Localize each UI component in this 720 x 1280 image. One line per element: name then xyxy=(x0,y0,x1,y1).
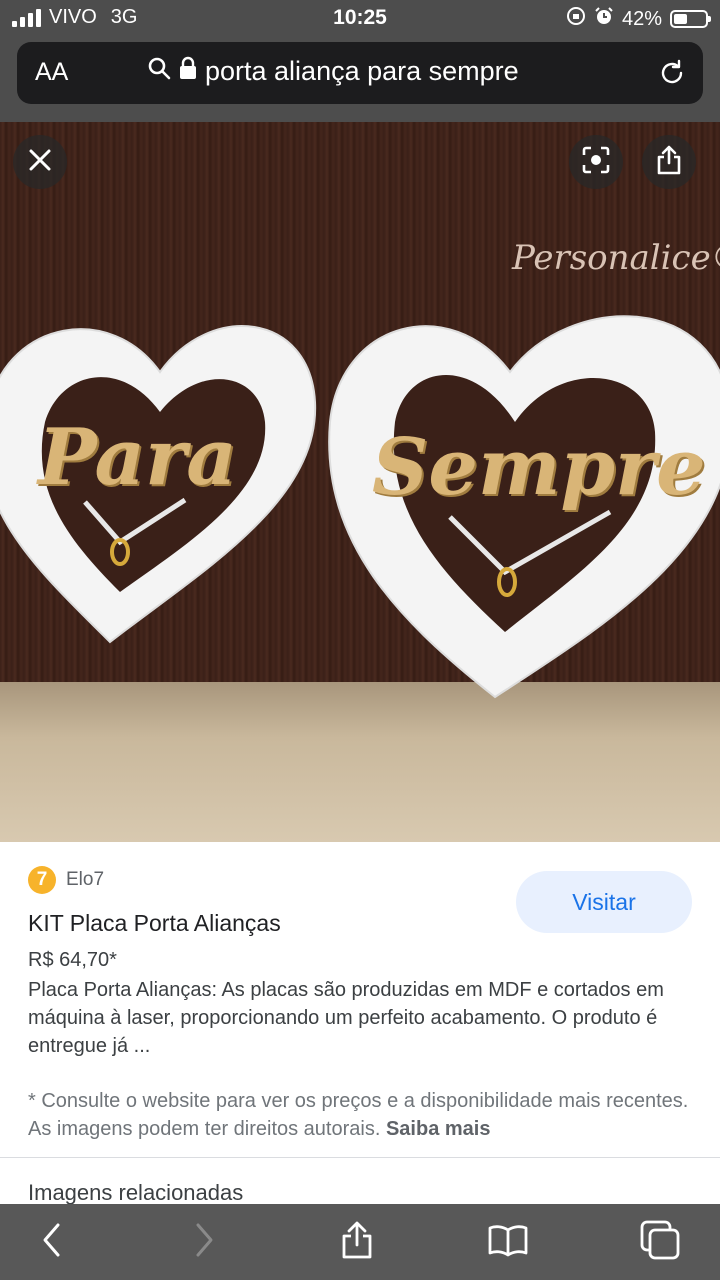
watermark: Personalice® xyxy=(512,238,720,278)
result-panel: 7 Elo7 Visitar KIT Placa Porta Alianças … xyxy=(0,842,720,1205)
lens-icon xyxy=(581,145,611,180)
disclaimer-text: * Consulte o website para ver os preços … xyxy=(28,1090,689,1140)
sempre-lettering: Sempre xyxy=(372,422,706,513)
related-images-heading: Imagens relacionadas xyxy=(28,1180,244,1205)
status-right: 42% xyxy=(566,6,711,32)
alarm-icon xyxy=(594,6,614,32)
battery-icon xyxy=(670,10,711,28)
result-title[interactable]: KIT Placa Porta Alianças xyxy=(28,910,281,937)
back-icon xyxy=(40,1222,64,1263)
elo7-logo: 7 xyxy=(28,866,56,894)
back-button[interactable] xyxy=(30,1220,74,1264)
result-price: R$ 64,70* xyxy=(28,949,117,971)
close-button[interactable] xyxy=(13,135,67,189)
url-field[interactable]: porta aliança para sempre xyxy=(147,56,519,87)
reload-icon[interactable] xyxy=(657,58,687,93)
source[interactable]: 7 Elo7 xyxy=(28,866,104,894)
divider xyxy=(0,1157,720,1158)
share-page-button[interactable] xyxy=(335,1220,379,1264)
lens-button[interactable] xyxy=(569,135,623,189)
bookmarks-button[interactable] xyxy=(486,1220,530,1264)
book-icon xyxy=(487,1223,529,1262)
result-description: Placa Porta Alianças: As placas são prod… xyxy=(28,979,664,1057)
url-query: porta aliança para sempre xyxy=(205,56,519,86)
share-icon xyxy=(656,145,682,180)
close-icon xyxy=(28,148,52,177)
learn-more-link[interactable]: Saiba mais xyxy=(386,1118,491,1140)
lock-icon xyxy=(179,56,197,87)
browser-toolbar xyxy=(0,1204,720,1280)
text-size-label: AA xyxy=(35,58,69,86)
search-icon xyxy=(147,56,171,87)
product-image[interactable]: Para Sempre Personalice® xyxy=(0,122,720,842)
forward-icon xyxy=(192,1222,216,1263)
para-lettering: Para xyxy=(38,412,237,503)
source-name: Elo7 xyxy=(66,869,105,890)
orientation-lock-icon xyxy=(566,6,586,32)
address-bar[interactable]: AA porta aliança para sempre xyxy=(17,42,703,104)
tabs-button[interactable] xyxy=(638,1220,682,1264)
battery-percent: 42% xyxy=(621,7,662,30)
forward-button[interactable] xyxy=(182,1220,226,1264)
visit-button[interactable]: Visitar xyxy=(516,871,692,933)
text-size-button[interactable]: AA xyxy=(35,58,68,87)
share-button[interactable] xyxy=(642,135,696,189)
browser-header: AA porta aliança para sempre xyxy=(0,38,720,122)
disclaimer: * Consulte o website para ver os preços … xyxy=(28,1087,698,1143)
share-icon xyxy=(340,1220,374,1265)
tabs-icon xyxy=(639,1219,681,1266)
status-bar: VIVO 3G 10:25 42% xyxy=(0,0,720,38)
